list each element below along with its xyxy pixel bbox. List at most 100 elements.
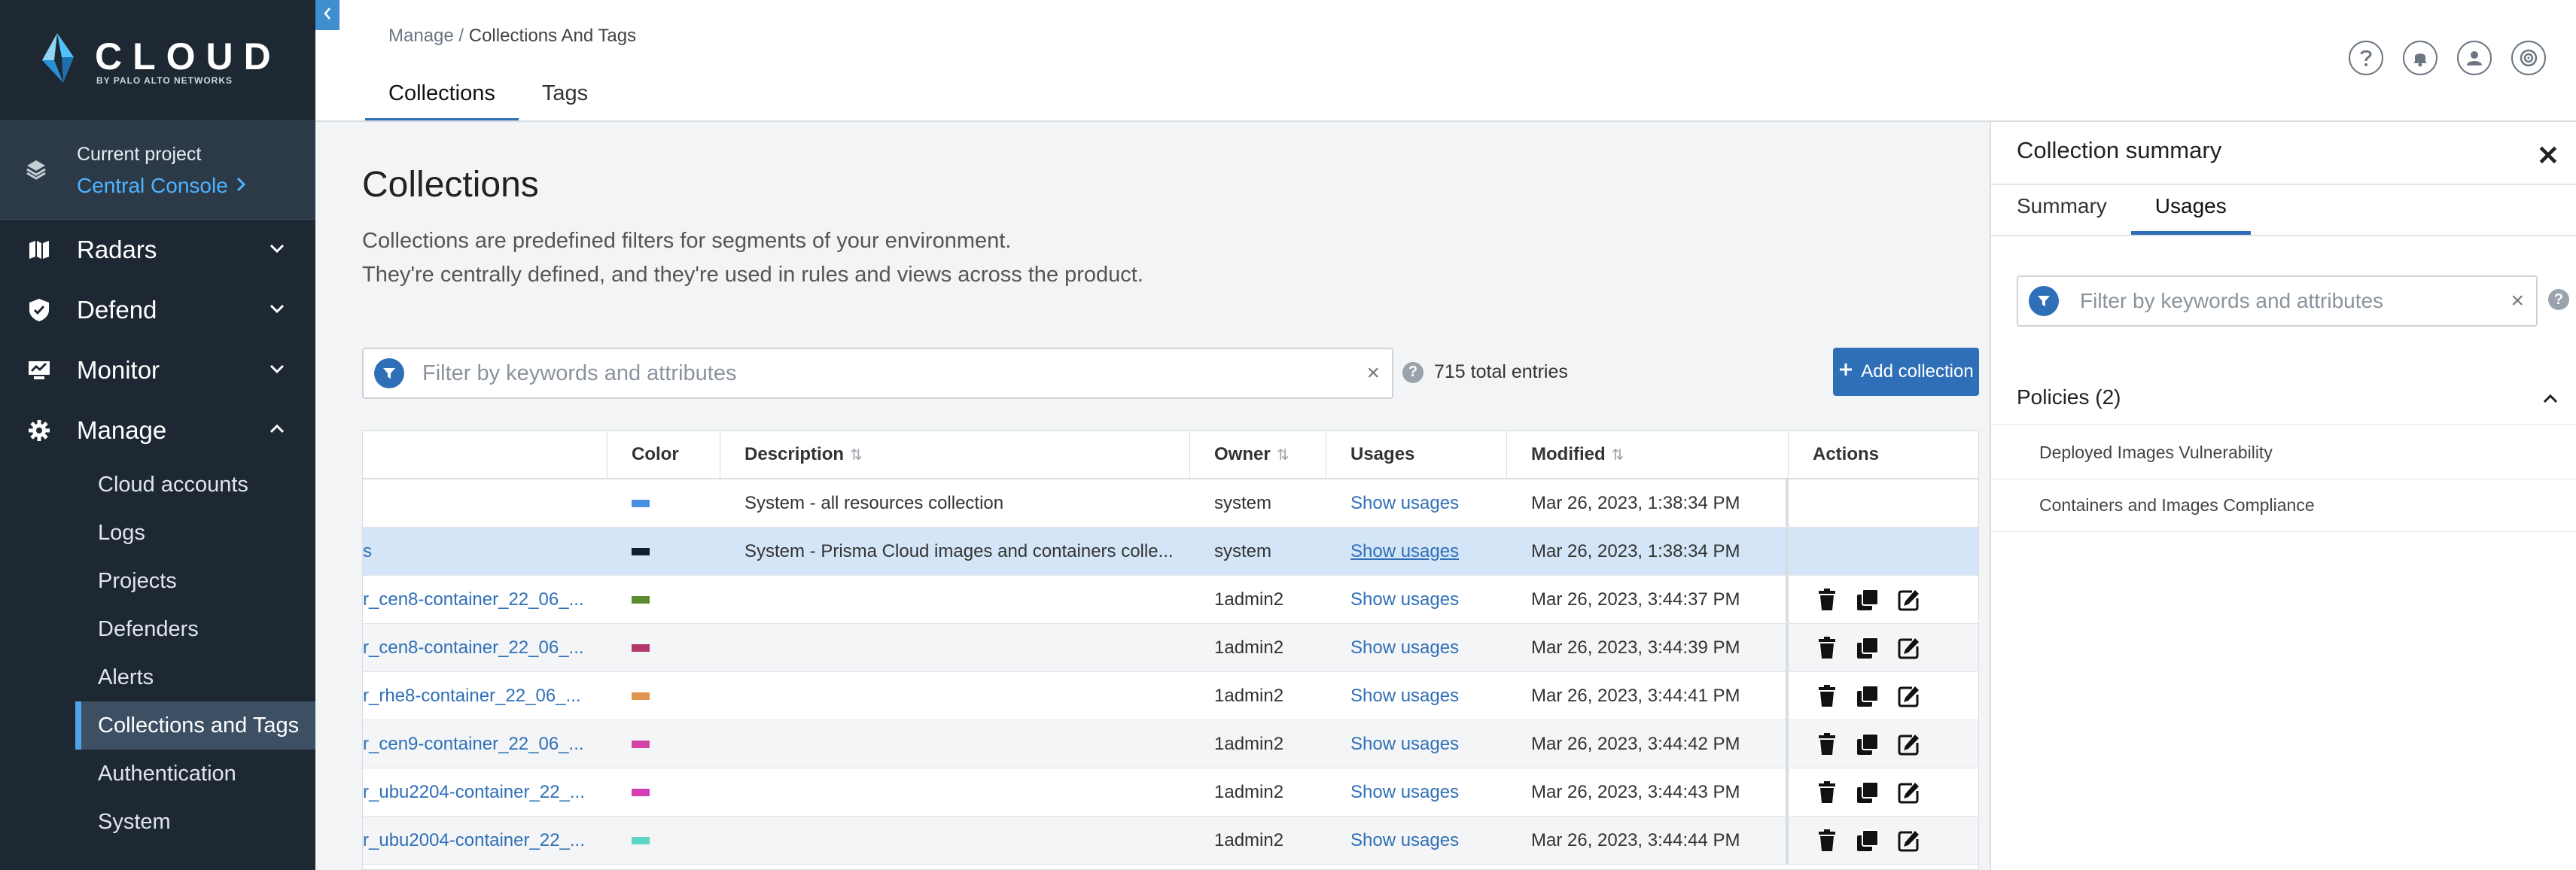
nav-defend-label: Defend [77,296,157,324]
sidebar-item-logs[interactable]: Logs [75,509,315,557]
show-usages-link[interactable]: Show usages [1350,830,1459,851]
show-usages-link[interactable]: Show usages [1350,589,1459,610]
close-icon[interactable]: ✕ [2537,140,2559,172]
sort-icon[interactable]: ⇅ [850,446,863,464]
sort-icon[interactable]: ⇅ [1612,446,1624,464]
collection-name[interactable]: r_ubu2004-container_22_... [363,817,607,864]
sidebar-item-defenders[interactable]: Defenders [75,605,315,653]
sidebar-item-authentication[interactable]: Authentication [75,750,315,798]
user-icon[interactable] [2457,41,2492,75]
edit-icon[interactable] [1894,682,1923,710]
table-row[interactable]: r_cen8-container_22_06_... 1admin2 Show us… [363,576,1978,624]
sidebar-item-collections-and-tags[interactable]: Collections and Tags [75,701,315,750]
policy-item[interactable]: Deployed Images Vulnerability [2039,443,2273,463]
table-row[interactable]: System - all resources collection system S… [363,479,1978,528]
column-header-name[interactable] [363,431,607,478]
sort-icon[interactable]: ⇅ [1277,446,1290,464]
edit-icon[interactable] [1894,826,1923,855]
trash-icon[interactable] [1813,634,1841,662]
help-icon[interactable]: ? [1402,361,1423,383]
column-header-modified[interactable]: Modified ⇅ [1507,431,1789,478]
clear-filter-icon[interactable]: × [1366,360,1380,386]
collection-name[interactable]: r_rhe8-container_22_06_... [363,672,607,719]
edit-icon[interactable] [1894,586,1923,614]
copy-icon[interactable] [1853,778,1882,807]
edit-icon[interactable] [1894,634,1923,662]
compass-icon[interactable] [2511,41,2546,75]
breadcrumb-parent[interactable]: Manage [388,26,454,46]
show-usages-link[interactable]: Show usages [1350,637,1459,659]
show-usages-link[interactable]: Show usages [1350,493,1459,514]
collection-name[interactable]: r_cen9-container_22_06_... [363,720,607,768]
collection-name[interactable]: r_ubu2204-container_22_... [363,768,607,816]
show-usages-link[interactable]: Show usages [1350,734,1459,755]
collection-name-link[interactable]: r_rhe8-container_22_06_... [363,686,581,707]
tab-usages[interactable]: Usages [2130,194,2251,235]
copy-icon[interactable] [1853,586,1882,614]
show-usages-link[interactable]: Show usages [1350,541,1459,562]
copy-icon[interactable] [1853,826,1882,855]
add-collection-button[interactable]: Add collection [1833,348,1979,396]
table-row[interactable]: r_cen8-container_22_06_... 1admin2 Show us… [363,624,1978,672]
collection-name-link[interactable]: r_ubu2004-container_22_... [363,830,585,851]
nav-monitor[interactable]: Monitor [0,340,315,400]
collection-name-link[interactable]: r_cen8-container_22_06_... [363,637,584,659]
panel-tabs: Summary Usages [1993,194,2251,235]
trash-icon[interactable] [1813,826,1841,855]
policy-item[interactable]: Containers and Images Compliance [2039,495,2315,516]
trash-icon[interactable] [1813,682,1841,710]
row-actions [1789,624,1978,671]
table-row[interactable]: r_ubu2204-container_22_... 1admin2 Show us… [363,768,1978,817]
collection-name-link[interactable]: r_cen8-container_22_06_... [363,589,584,610]
page-tabs: Collections Tags [365,81,611,122]
copy-icon[interactable] [1853,730,1882,759]
nav-defend[interactable]: Defend [0,280,315,340]
filter-input[interactable] [422,360,1367,386]
trash-icon[interactable] [1813,586,1841,614]
collection-name-link[interactable]: r_ubu2204-container_22_... [363,782,585,803]
collection-name[interactable]: r_cen8-container_22_06_... [363,624,607,671]
collection-name[interactable]: r_cen8-container_22_06_... [363,576,607,623]
tab-collections[interactable]: Collections [365,81,519,122]
table-row[interactable]: r_rhe8-container_22_06_... 1admin2 Show us… [363,672,1978,720]
collection-name[interactable]: s [363,528,607,575]
help-icon[interactable]: ? [2548,289,2569,310]
copy-icon[interactable] [1853,682,1882,710]
copy-icon[interactable] [1853,634,1882,662]
collapse-sidebar-button[interactable] [315,0,340,30]
edit-icon[interactable] [1894,730,1923,759]
column-header-description[interactable]: Description ⇅ [720,431,1190,478]
bell-icon[interactable] [2403,41,2437,75]
policies-section-toggle[interactable]: Policies (2) [2017,385,2559,409]
clear-filter-icon[interactable]: × [2511,288,2524,314]
project-name: Central Console [77,174,228,197]
table-row[interactable]: s System - Prisma Cloud images and contai… [363,528,1978,576]
show-usages-link[interactable]: Show usages [1350,782,1459,803]
project-selector[interactable]: Central Console [77,174,246,198]
edit-icon[interactable] [1894,778,1923,807]
tab-tags[interactable]: Tags [519,81,611,122]
nav-manage[interactable]: Manage [0,400,315,461]
trash-icon[interactable] [1813,778,1841,807]
row-actions [1789,817,1978,864]
collection-name-link[interactable]: s [363,541,372,562]
collection-name[interactable] [363,479,607,527]
filter-icon[interactable] [374,358,404,388]
sidebar-item-system[interactable]: System [75,798,315,846]
policies-label: Policies (2) [2017,385,2121,409]
column-header-owner[interactable]: Owner ⇅ [1190,431,1326,478]
sidebar-item-projects[interactable]: Projects [75,557,315,605]
sidebar-item-cloud-accounts[interactable]: Cloud accounts [75,461,315,509]
nav-radars[interactable]: Radars [0,220,315,280]
collection-name-link[interactable]: r_cen9-container_22_06_... [363,734,584,755]
tab-summary[interactable]: Summary [1993,194,2131,235]
sidebar-item-alerts[interactable]: Alerts [75,653,315,701]
filter-icon[interactable] [2029,286,2059,316]
usages-filter-input[interactable] [2080,289,2511,313]
table-row[interactable]: r_ubu2004-container_22_... 1admin2 Show us… [363,817,1978,865]
color-swatch-cell [607,624,720,671]
table-row[interactable]: r_cen9-container_22_06_... 1admin2 Show us… [363,720,1978,768]
help-icon[interactable] [2349,41,2383,75]
trash-icon[interactable] [1813,730,1841,759]
show-usages-link[interactable]: Show usages [1350,686,1459,707]
